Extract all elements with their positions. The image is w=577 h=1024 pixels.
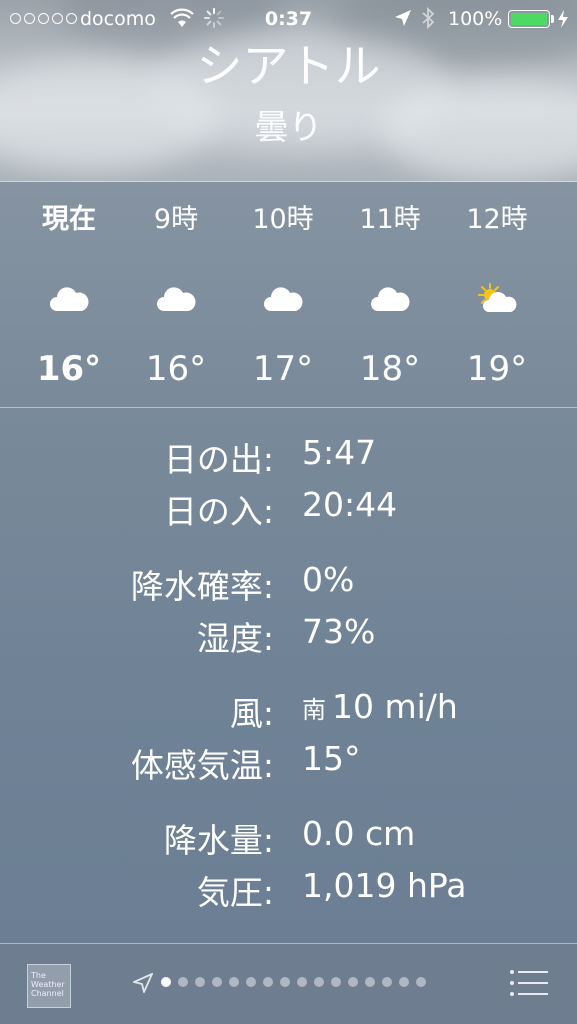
page-dot[interactable]	[161, 977, 171, 987]
page-dot[interactable]	[297, 977, 307, 987]
detail-value: 20:44	[302, 485, 398, 524]
cloud-icon	[50, 287, 89, 311]
city-list-icon[interactable]	[509, 969, 549, 997]
detail-value: 15°	[302, 739, 361, 778]
hour-temperature: 16°	[36, 349, 102, 389]
detail-value: 0%	[302, 560, 355, 599]
wind-direction: 南	[302, 696, 326, 724]
detail-row-sunrise: 日の出: 5:47	[0, 425, 577, 479]
detail-value: 1,019 hPa	[302, 866, 467, 905]
page-dot[interactable]	[365, 977, 375, 987]
detail-value: 5:47	[302, 433, 377, 472]
hourly-item: 9時 16°	[121, 183, 231, 389]
page-indicator[interactable]	[161, 977, 426, 987]
hour-temperature: 19°	[466, 349, 528, 389]
page-dot[interactable]	[246, 977, 256, 987]
hour-label: 10時	[252, 204, 314, 235]
battery-icon	[508, 10, 550, 28]
wind-speed: 10 mi/h	[332, 687, 458, 726]
page-dot[interactable]	[399, 977, 409, 987]
bottom-toolbar: The Weather Channel	[0, 944, 577, 1024]
detail-label: 湿度:	[196, 619, 274, 658]
battery-percentage: 100%	[448, 8, 503, 30]
hourly-item: 10時 17°	[228, 183, 338, 389]
detail-row-pressure: 気圧: 1,019 hPa	[0, 858, 577, 912]
detail-label: 日の入:	[163, 492, 274, 531]
page-dot[interactable]	[280, 977, 290, 987]
detail-row-feels-like: 体感気温: 15°	[0, 731, 577, 785]
cloud-icon	[264, 287, 303, 311]
detail-row-humidity: 湿度: 73%	[0, 604, 577, 658]
page-dot[interactable]	[263, 977, 273, 987]
detail-row-sunset: 日の入: 20:44	[0, 477, 577, 531]
hour-temperature: 17°	[252, 349, 314, 389]
detail-value: 73%	[302, 612, 376, 651]
cloud-icon	[371, 287, 410, 311]
page-dot[interactable]	[331, 977, 341, 987]
detail-value: 0.0 cm	[302, 814, 416, 853]
detail-label: 日の出:	[163, 440, 274, 479]
partly-sunny-icon	[478, 283, 517, 312]
divider	[0, 181, 577, 182]
current-location-icon[interactable]	[133, 973, 153, 993]
city-name: シアトル	[196, 39, 381, 93]
detail-label: 体感気温:	[130, 746, 274, 785]
page-dot[interactable]	[382, 977, 392, 987]
detail-row-wind: 風: 南 10 mi/h	[0, 679, 577, 733]
hourly-item: 現在 16°	[14, 183, 124, 389]
detail-label: 降水量:	[163, 821, 274, 860]
page-dot[interactable]	[212, 977, 222, 987]
hourly-forecast[interactable]: 現在 16° 9時 16° 10時 17° 11時 18° 12時 19°	[0, 183, 577, 407]
location-arrow-icon	[395, 10, 411, 26]
divider	[0, 407, 577, 408]
cloud-icon	[157, 287, 196, 311]
detail-label: 降水確率:	[130, 567, 274, 606]
page-dot[interactable]	[178, 977, 188, 987]
page-dot[interactable]	[416, 977, 426, 987]
charging-bolt-icon	[558, 10, 568, 28]
page-dot[interactable]	[348, 977, 358, 987]
hourly-item: 12時 19°	[442, 183, 552, 389]
hour-temperature: 16°	[145, 349, 207, 389]
weather-channel-logo[interactable]: The Weather Channel	[27, 964, 71, 1008]
hour-label: 現在	[42, 204, 96, 235]
page-dot[interactable]	[195, 977, 205, 987]
detail-label: 風:	[229, 694, 274, 733]
bluetooth-icon	[422, 7, 435, 29]
hour-label: 11時	[359, 204, 421, 235]
detail-row-precipitation: 降水量: 0.0 cm	[0, 806, 577, 860]
detail-row-precip-chance: 降水確率: 0%	[0, 552, 577, 606]
page-dot[interactable]	[314, 977, 324, 987]
hourly-item: 11時 18°	[335, 183, 445, 389]
page-dot[interactable]	[229, 977, 239, 987]
current-condition: 曇り	[254, 108, 323, 148]
detail-label: 気圧:	[196, 873, 274, 912]
hour-label: 9時	[153, 204, 199, 235]
detail-value: 南 10 mi/h	[302, 687, 458, 726]
hour-temperature: 18°	[359, 349, 421, 389]
hour-label: 12時	[466, 204, 528, 235]
